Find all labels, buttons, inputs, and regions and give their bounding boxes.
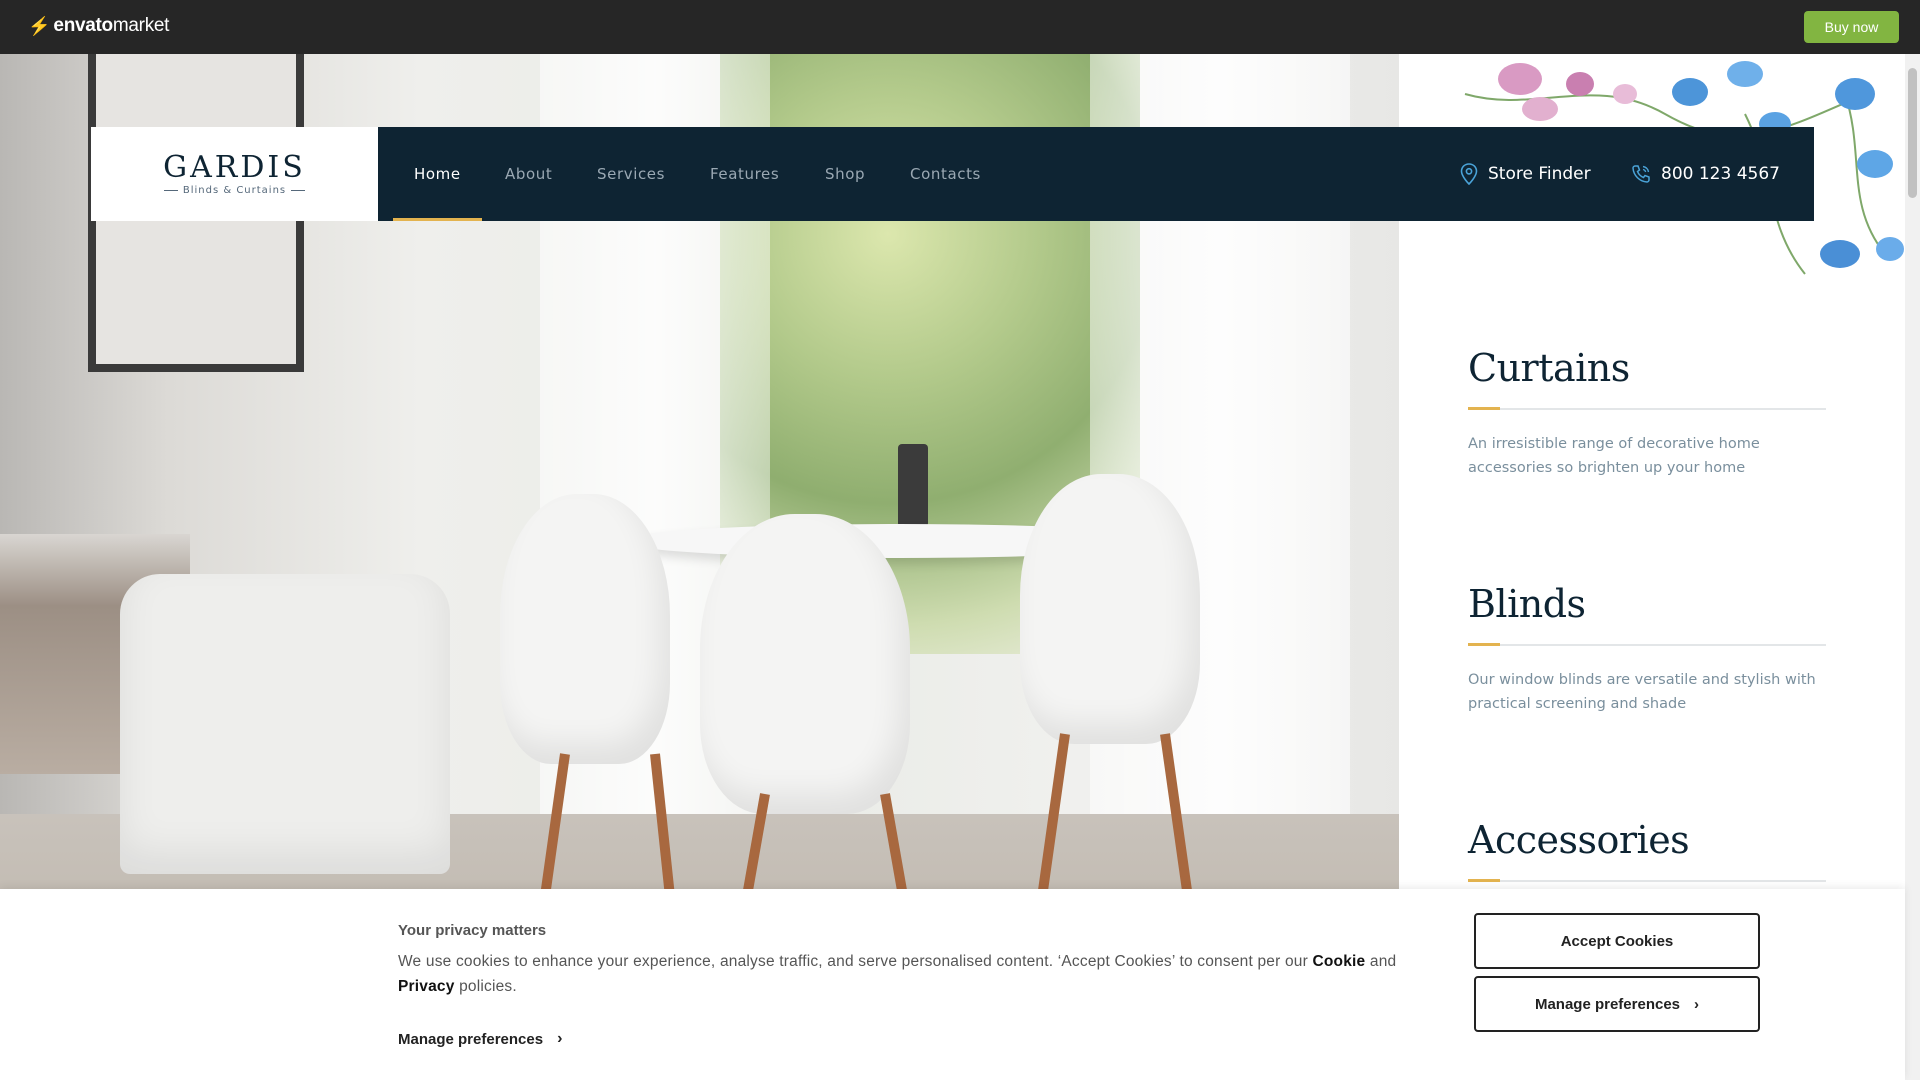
nav-label: Services: [597, 165, 666, 183]
nav-label: About: [505, 165, 553, 183]
category-blinds[interactable]: Blinds Our window blinds are versatile a…: [1468, 582, 1826, 716]
nav-contacts[interactable]: Contacts: [910, 127, 981, 221]
category-description: Our window blinds are versatile and styl…: [1468, 672, 1816, 712]
title-divider: [1468, 879, 1826, 882]
chevron-right-icon: ›: [557, 1030, 563, 1047]
store-finder-link[interactable]: Store Finder: [1460, 127, 1591, 221]
scrollbar-thumb[interactable]: [1908, 68, 1917, 198]
chevron-right-icon: ›: [1694, 995, 1700, 1013]
map-pin-icon: [1460, 163, 1478, 185]
buy-now-button[interactable]: Buy now: [1804, 11, 1899, 43]
armchair: [120, 574, 450, 874]
nav-label: Features: [710, 165, 780, 183]
manage-preferences-button[interactable]: Manage preferences ›: [1474, 976, 1760, 1032]
nav-label: Home: [414, 165, 461, 183]
chair-center: [700, 514, 910, 814]
nav-shop[interactable]: Shop: [825, 127, 865, 221]
cookie-text-policies: policies.: [459, 978, 517, 995]
store-finder-label: Store Finder: [1488, 164, 1591, 184]
phone-number: 800 123 4567: [1661, 164, 1780, 184]
logo-tagline: Blinds & Curtains: [159, 185, 310, 196]
accept-cookies-button[interactable]: Accept Cookies: [1474, 913, 1760, 969]
chair-right: [1020, 474, 1200, 744]
category-description: An irresistible range of decorative home…: [1468, 436, 1760, 476]
title-divider: [1468, 407, 1826, 410]
active-nav-indicator: [393, 218, 482, 221]
category-title[interactable]: Accessories: [1468, 818, 1826, 862]
title-divider: [1468, 643, 1826, 646]
logo-wordmark: GARDIS: [163, 149, 306, 185]
manage-preferences-button-label: Manage preferences: [1534, 995, 1681, 1013]
privacy-policy-link[interactable]: Privacy: [398, 978, 455, 995]
category-title[interactable]: Blinds: [1468, 582, 1826, 626]
site-logo[interactable]: GARDIS Blinds & Curtains: [91, 127, 378, 221]
manage-preferences-label: Manage preferences: [398, 1030, 544, 1048]
envato-top-bar: ⚡ envato market Buy now: [0, 0, 1920, 54]
leaf-icon: ⚡: [28, 15, 51, 36]
category-accessories[interactable]: Accessories: [1468, 818, 1826, 882]
main-navigation: Home About Services Features Shop Contac…: [378, 127, 1814, 221]
phone-icon: [1632, 165, 1650, 183]
nav-label: Contacts: [910, 165, 981, 183]
phone-link[interactable]: 800 123 4567: [1631, 127, 1780, 221]
cookie-title: Your privacy matters: [398, 922, 547, 939]
category-curtains[interactable]: Curtains An irresistible range of decora…: [1468, 346, 1826, 480]
nav-label: Shop: [825, 165, 866, 183]
accept-cookies-label: Accept Cookies: [1560, 932, 1674, 950]
cookie-policy-link[interactable]: Cookie: [1313, 953, 1366, 970]
manage-preferences-link[interactable]: Manage preferences ›: [398, 1030, 562, 1048]
cookie-text: We use cookies to enhance your experienc…: [398, 953, 1308, 970]
nav-features[interactable]: Features: [710, 127, 779, 221]
cookie-text-and: and: [1369, 953, 1397, 970]
vase: [898, 444, 928, 529]
chair-left: [500, 494, 670, 764]
nav-services[interactable]: Services: [597, 127, 665, 221]
nav-about[interactable]: About: [505, 127, 552, 221]
cookie-description: We use cookies to enhance your experienc…: [398, 949, 1418, 999]
envato-brand: envato: [53, 15, 113, 36]
envato-market-label: market: [112, 15, 170, 36]
nav-home[interactable]: Home: [414, 127, 461, 221]
envato-logo[interactable]: ⚡ envato market: [28, 15, 169, 37]
page-scrollbar[interactable]: [1905, 54, 1920, 1080]
cookie-consent-banner: Your privacy matters We use cookies to e…: [0, 889, 1905, 1080]
category-title[interactable]: Curtains: [1468, 346, 1826, 390]
